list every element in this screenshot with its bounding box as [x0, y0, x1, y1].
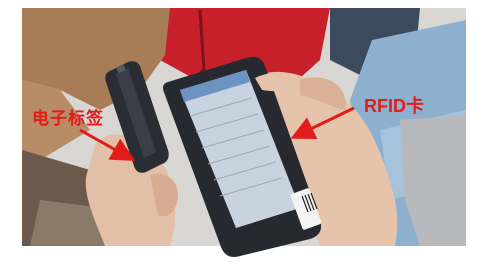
photo-scene	[0, 0, 481, 262]
photo-frame: 电子标签 RFID卡	[0, 0, 481, 262]
electronic-tag-label: 电子标签	[32, 109, 104, 129]
rfid-card-label: RFID卡	[364, 96, 424, 116]
